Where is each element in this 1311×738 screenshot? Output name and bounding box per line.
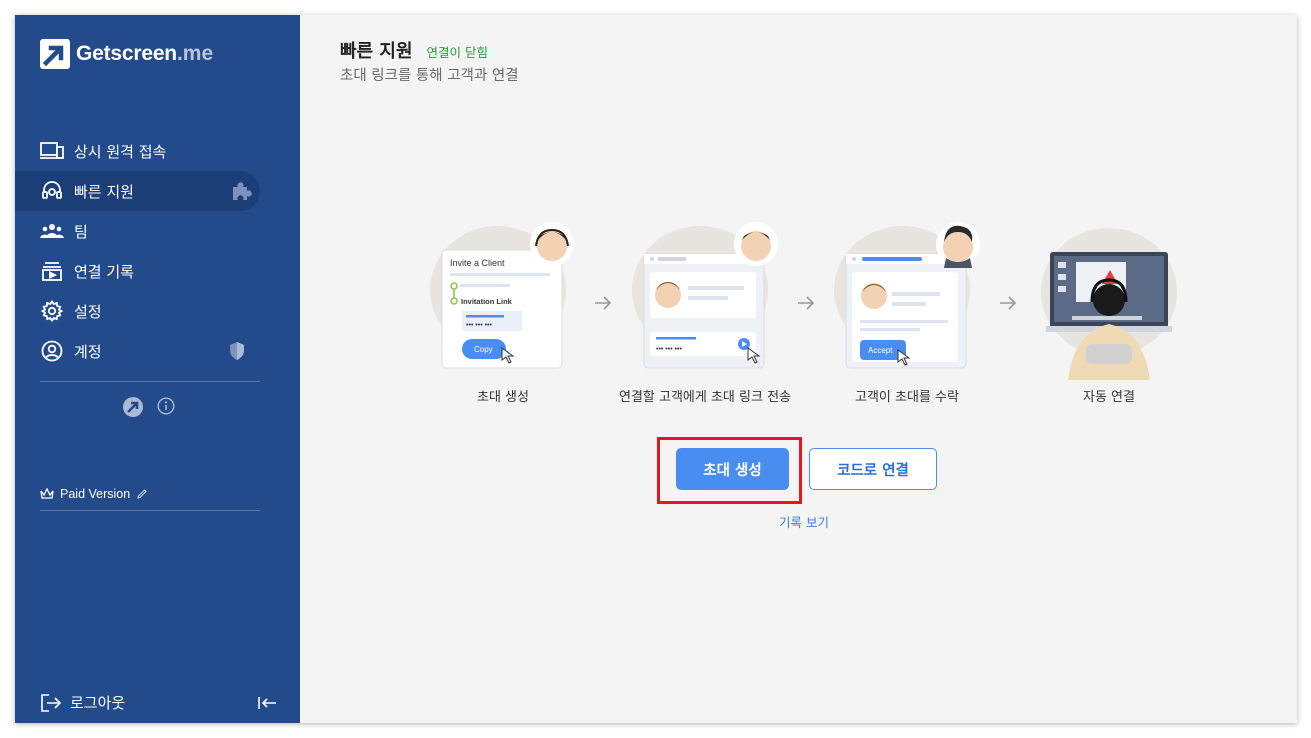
arrow-right-icon: [1000, 296, 1017, 310]
card-code: ••• ••• •••: [656, 346, 682, 353]
logout-label: 로그아웃: [70, 694, 126, 712]
card-code: ••• ••• •••: [466, 322, 492, 329]
step-label: 고객이 초대를 수락: [855, 390, 959, 405]
gear-icon: [40, 299, 64, 323]
step-connect-illustration: [1041, 228, 1177, 380]
collapse-sidebar-icon[interactable]: [257, 695, 277, 711]
main-content: 빠른 지원 연결이 닫힘 초대 링크를 통해 고객과 연결 Invite a C…: [300, 15, 1297, 723]
step-invite-illustration: Invite a Client Invitation Link ••• ••• …: [430, 222, 574, 369]
sidebar-small-icons: [123, 397, 175, 417]
getscreen-logo-icon[interactable]: [123, 397, 143, 417]
step-label: 자동 연결: [1083, 390, 1135, 405]
sidebar-item-unattended[interactable]: 상시 원격 접속: [15, 131, 300, 171]
app-window: Getscreen .me 상시 원격 접속 빠른 지원 팀 연결 기록 설정 …: [15, 15, 1297, 723]
connect-by-code-button[interactable]: 코드로 연결: [809, 448, 937, 490]
logo-icon: [40, 39, 70, 69]
team-icon: [40, 219, 64, 243]
pencil-icon[interactable]: [136, 488, 148, 500]
puzzle-icon[interactable]: [230, 180, 252, 202]
sidebar-item-label: 계정: [74, 342, 102, 361]
headset-icon: [40, 179, 64, 203]
sidebar-item-settings[interactable]: 설정: [15, 291, 300, 331]
sidebar-item-label: 상시 원격 접속: [74, 142, 167, 161]
sidebar-item-label: 빠른 지원: [74, 182, 134, 201]
sidebar: Getscreen .me 상시 원격 접속 빠른 지원 팀 연결 기록 설정 …: [15, 15, 300, 723]
step-label: 연결할 고객에게 초대 링크 전송: [618, 390, 791, 405]
info-icon[interactable]: [157, 397, 175, 415]
brand-suffix: .me: [176, 42, 214, 65]
plan-label: Paid Version: [60, 487, 131, 501]
sidebar-item-history[interactable]: 연결 기록: [15, 251, 300, 291]
card-title: Invite a Client: [450, 258, 505, 268]
sidebar-divider: [40, 510, 260, 511]
card-button: Accept: [868, 346, 893, 355]
create-invite-button[interactable]: 초대 생성: [676, 448, 789, 490]
view-history-link[interactable]: 기록 보기: [779, 512, 829, 531]
step-label: 초대 생성: [477, 390, 529, 405]
arrow-right-icon: [798, 296, 815, 310]
brand-name: Getscreen: [76, 42, 177, 65]
page-subtitle: 초대 링크를 통해 고객과 연결: [340, 68, 519, 84]
crown-icon: [40, 488, 54, 499]
logout-icon: [41, 693, 62, 712]
sidebar-nav: 상시 원격 접속 빠른 지원 팀 연결 기록 설정 계정: [15, 131, 300, 371]
card-link: Invitation Link: [461, 297, 513, 306]
sidebar-item-account[interactable]: 계정: [15, 331, 300, 371]
sidebar-item-label: 팀: [74, 222, 88, 241]
arrow-right-icon: [595, 296, 612, 310]
logo[interactable]: Getscreen .me: [40, 39, 213, 69]
sidebar-item-label: 연결 기록: [74, 262, 134, 281]
step-accept-illustration: Accept: [834, 222, 980, 369]
devices-icon: [40, 139, 64, 163]
sidebar-item-quick-support[interactable]: 빠른 지원: [15, 171, 260, 211]
sidebar-divider: [40, 381, 260, 382]
account-icon: [40, 339, 64, 363]
logout-button[interactable]: 로그아웃: [40, 692, 125, 713]
sidebar-item-label: 설정: [74, 302, 102, 321]
step-send-illustration: ••• ••• •••: [632, 222, 778, 369]
connection-status: 연결이 닫힘: [426, 45, 488, 60]
card-button: Copy: [474, 345, 493, 354]
sidebar-item-team[interactable]: 팀: [15, 211, 300, 251]
page-title: 빠른 지원: [340, 41, 413, 62]
shield-icon[interactable]: [226, 340, 248, 362]
page-header: 빠른 지원 연결이 닫힘: [340, 37, 488, 63]
history-icon: [40, 259, 64, 283]
plan-badge[interactable]: Paid Version: [40, 487, 154, 501]
